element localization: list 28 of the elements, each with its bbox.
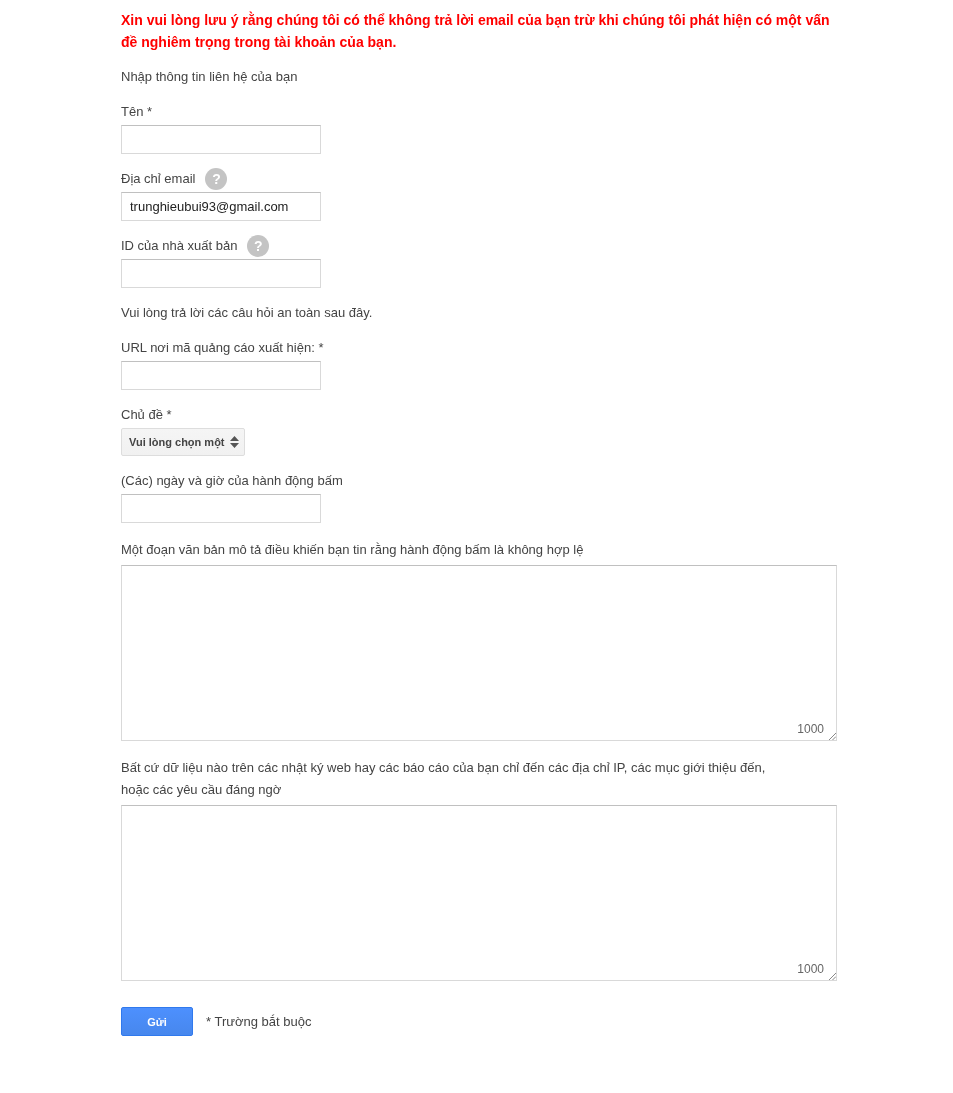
- warning-text: Xin vui lòng lưu ý rằng chúng tôi có thể không trả lời email của bạn trừ khi chúng tôi phát hiện có một vấn đề nghiêm trọng trong tài khoản của bạn.: [121, 10, 831, 52]
- field-label: (Các) ngày và giờ của hành động bấm: [121, 472, 343, 490]
- dropdown[interactable]: Vui lòng chọn một: [121, 428, 245, 456]
- submit-button[interactable]: Gửi: [121, 1007, 193, 1036]
- help-icon[interactable]: ?: [205, 168, 228, 190]
- field-label: ID của nhà xuất bản: [121, 237, 238, 255]
- resize-handle-icon: [829, 733, 836, 740]
- field-label: URL nơi mã quảng cáo xuất hiện: *: [121, 339, 324, 357]
- field-label: Một đoạn văn bản mô tả điều khiến bạn tin rằng hành động bấm là không hợp lệ: [121, 541, 584, 559]
- character-counter: 1000: [797, 722, 824, 736]
- resize-handle-icon: [829, 973, 836, 980]
- input-field[interactable]: [121, 259, 321, 288]
- help-icon[interactable]: ?: [247, 235, 270, 257]
- field-label: Chủ đề *: [121, 406, 172, 424]
- field-label: Địa chỉ email: [121, 170, 196, 188]
- instruction-text: Vui lòng trả lời các câu hỏi an toàn sau đây.: [121, 304, 374, 322]
- text-area[interactable]: [121, 565, 837, 741]
- input-field[interactable]: trunghieubui93@gmail.com: [121, 192, 321, 221]
- input-field[interactable]: [121, 125, 321, 154]
- field-label: Bất cứ dữ liệu nào trên các nhật ký web hay các báo cáo của bạn chỉ đến các địa chỉ IP, các mục giới thiệu đến, hoặc các yêu cầu đáng ngờ: [121, 759, 767, 799]
- character-counter: 1000: [797, 962, 824, 976]
- updown-arrow-icon: [229, 436, 239, 448]
- instruction-text: Nhập thông tin liên hệ của bạn: [121, 68, 299, 86]
- input-field[interactable]: [121, 361, 321, 390]
- text-area[interactable]: [121, 805, 837, 981]
- field-label: Tên *: [121, 103, 153, 121]
- required-note: * Trường bắt buộc: [206, 1014, 312, 1029]
- input-field[interactable]: [121, 494, 321, 523]
